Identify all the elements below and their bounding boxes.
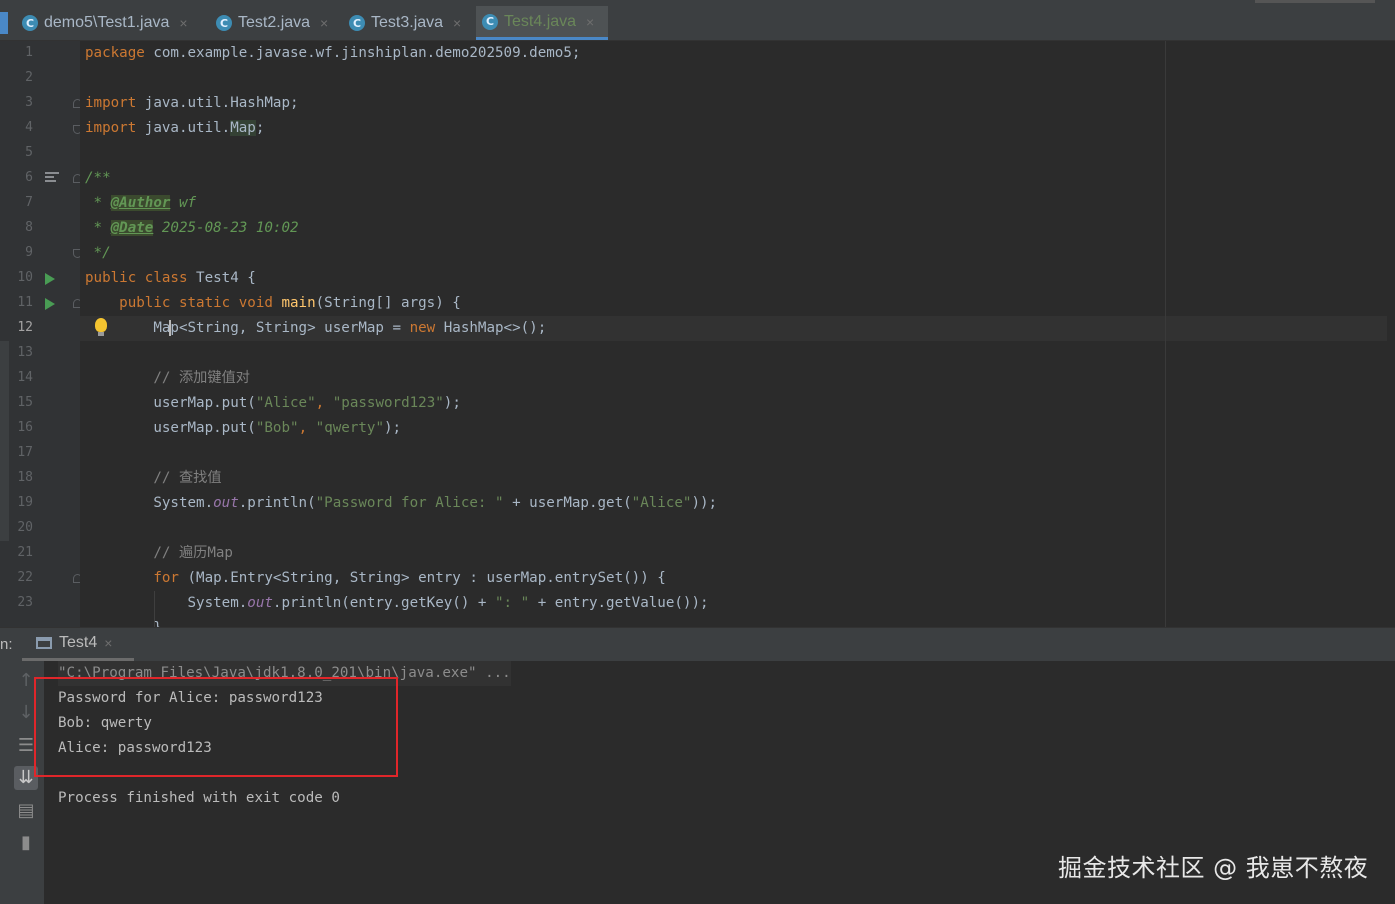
print-icon[interactable]: ▤ — [14, 799, 38, 823]
code-editor[interactable]: package com.example.javase.wf.jinshiplan… — [80, 41, 1395, 627]
line-number: 11 — [17, 295, 33, 310]
line-number-current: 12 — [17, 320, 33, 335]
close-icon[interactable]: × — [104, 635, 112, 651]
code-line: System.out.println(entry.getKey() + ": "… — [85, 595, 709, 611]
code-line: */ — [85, 245, 111, 261]
trash-icon[interactable]: ▮ — [14, 831, 38, 855]
line-number: 16 — [17, 420, 33, 435]
code-line: public class Test4 { — [85, 270, 256, 286]
line-number: 15 — [17, 395, 33, 410]
console-exit-message: Process finished with exit code 0 — [58, 790, 340, 806]
run-panel-header: n: Test4 × — [0, 627, 1395, 661]
code-line: import java.util.HashMap; — [85, 95, 299, 111]
line-number: 1 — [25, 45, 33, 60]
line-number: 13 — [17, 345, 33, 360]
close-icon[interactable]: × — [586, 14, 594, 30]
code-line: // 遍历Map — [85, 545, 233, 561]
code-line: userMap.put("Alice", "password123"); — [85, 395, 461, 411]
line-number: 3 — [25, 95, 33, 110]
code-line: public static void main(String[] args) { — [85, 295, 461, 311]
tab-test2[interactable]: C Test2.java × — [210, 6, 334, 40]
run-tab-label: Test4 — [59, 634, 98, 651]
tab-test3[interactable]: C Test3.java × — [343, 6, 467, 40]
code-line: /** — [85, 170, 111, 186]
code-line: * @Author wf — [85, 195, 197, 211]
close-icon[interactable]: × — [179, 15, 187, 31]
javadoc-structure-icon[interactable] — [45, 172, 59, 183]
line-number: 14 — [17, 370, 33, 385]
line-number: 7 — [25, 195, 33, 210]
right-margin-guide — [1165, 41, 1166, 627]
run-main-icon[interactable] — [45, 298, 55, 310]
close-icon[interactable]: × — [453, 15, 461, 31]
code-line: // 查找值 — [85, 470, 222, 486]
line-number: 10 — [17, 270, 33, 285]
line-number: 19 — [17, 495, 33, 510]
line-number: 22 — [17, 570, 33, 585]
output-highlight-box — [34, 677, 398, 777]
line-number: 8 — [25, 220, 33, 235]
code-line: import java.util.Map; — [85, 120, 265, 136]
code-line-current: Map<String, String> userMap = new HashMa… — [85, 320, 547, 336]
line-number: 9 — [25, 245, 33, 260]
java-class-icon: C — [482, 13, 498, 30]
code-line: System.out.println("Password for Alice: … — [85, 495, 718, 511]
line-number: 17 — [17, 445, 33, 460]
code-line: * @Date 2025-08-23 10:02 — [85, 220, 299, 236]
tab-label: Test4.java — [504, 12, 577, 30]
line-number: 5 — [25, 145, 33, 160]
tab-test4[interactable]: C Test4.java × — [476, 6, 608, 40]
tab-bar-left-marker — [0, 12, 8, 34]
line-number: 20 — [17, 520, 33, 535]
code-line: } — [85, 616, 162, 627]
code-line: userMap.put("Bob", "qwerty"); — [85, 420, 402, 436]
tab-label: demo5\Test1.java — [44, 14, 170, 31]
console-window-icon — [36, 637, 52, 649]
gutter-marker-bar — [0, 341, 9, 541]
line-number: 6 — [25, 170, 33, 185]
editor-gutter[interactable]: 1 2 3 4 5 6 7 8 9 10 11 12 13 14 15 16 1… — [0, 41, 82, 627]
line-number: 18 — [17, 470, 33, 485]
line-number: 4 — [25, 120, 33, 135]
code-line: // 添加键值对 — [85, 370, 250, 386]
close-icon[interactable]: × — [320, 15, 328, 31]
java-class-icon: C — [22, 15, 38, 31]
run-panel-label: n: — [0, 636, 13, 653]
tab-test1[interactable]: C demo5\Test1.java × — [16, 6, 194, 40]
java-class-icon: C — [216, 15, 232, 31]
java-class-icon: C — [349, 15, 365, 31]
run-class-icon[interactable] — [45, 273, 55, 285]
code-line: for (Map.Entry<String, String> entry : u… — [85, 570, 666, 586]
editor-scrollbar[interactable] — [1387, 41, 1395, 627]
line-number: 2 — [25, 70, 33, 85]
line-number: 23 — [17, 595, 33, 610]
tab-label: Test2.java — [238, 14, 311, 31]
editor-tab-bar: C demo5\Test1.java × C Test2.java × C Te… — [0, 0, 1395, 41]
watermark: 掘金技术社区 @ 我崽不熬夜 — [1058, 854, 1369, 882]
line-number: 21 — [17, 545, 33, 560]
code-line: package com.example.javase.wf.jinshiplan… — [85, 45, 581, 61]
toolbar-edge — [1255, 0, 1375, 3]
run-tab-test4[interactable]: Test4 × — [22, 628, 134, 661]
tab-label: Test3.java — [371, 14, 444, 31]
